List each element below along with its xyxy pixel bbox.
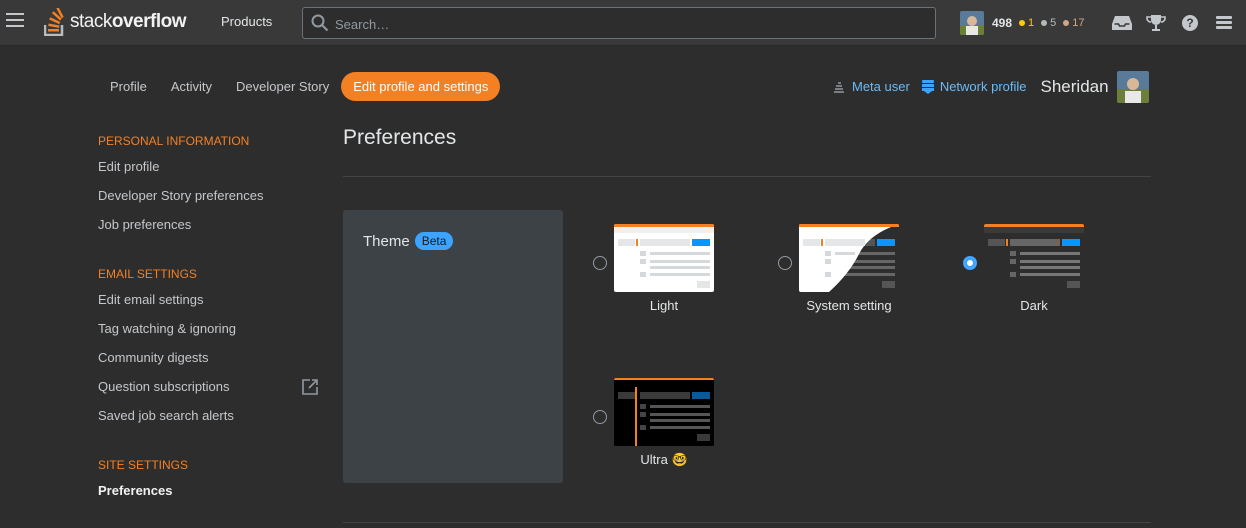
avatar[interactable]: [960, 11, 984, 35]
help-icon[interactable]: ?: [1178, 11, 1202, 35]
radio-system[interactable]: [778, 256, 792, 270]
radio-ultra[interactable]: [593, 410, 607, 424]
avatar[interactable]: [1116, 70, 1149, 103]
user-card[interactable]: 498 1 5 17: [960, 11, 1085, 35]
site-logo[interactable]: stackoverflow: [44, 6, 186, 38]
sidebar-item-job-preferences[interactable]: Job preferences: [98, 210, 328, 239]
tab-developer-story[interactable]: Developer Story: [224, 72, 341, 101]
menu-icon[interactable]: [6, 13, 24, 27]
light-theme-preview: [614, 224, 714, 292]
sidebar-item-question-subscriptions[interactable]: Question subscriptions: [98, 372, 328, 401]
products-menu[interactable]: Products: [210, 7, 283, 37]
section-title-personal: Personal Information: [98, 134, 250, 148]
achievements-icon[interactable]: [1144, 11, 1168, 35]
option-label: Ultra 🤓: [640, 452, 688, 467]
meta-user-link[interactable]: Meta user: [832, 79, 910, 94]
tab-activity[interactable]: Activity: [159, 72, 224, 101]
divider: [343, 522, 1151, 523]
radio-dark[interactable]: [963, 256, 977, 270]
gold-badge-count: 1: [1019, 17, 1034, 29]
option-label: Light: [649, 298, 679, 313]
sidebar-item-edit-profile[interactable]: Edit profile: [98, 152, 328, 181]
theme-label: Theme Beta: [363, 232, 454, 250]
sidebar-item-developer-story-preferences[interactable]: Developer Story preferences: [98, 181, 328, 210]
profile-tabs: Profile Activity Developer Story Edit pr…: [98, 72, 501, 101]
logo-text: stackoverflow: [70, 11, 186, 32]
reputation: 498: [992, 16, 1013, 30]
user-name: Sheridan: [1040, 76, 1109, 96]
option-label: System setting: [806, 298, 892, 313]
search-box[interactable]: [302, 7, 936, 40]
sidebar-item-preferences[interactable]: Preferences: [98, 476, 328, 505]
sidebar-item-saved-job-search-alerts[interactable]: Saved job search alerts: [98, 401, 328, 430]
divider: [343, 176, 1151, 177]
bronze-badge-count: 17: [1063, 17, 1085, 29]
silver-badge-count: 5: [1041, 17, 1056, 29]
theme-panel: Theme Beta: [343, 210, 563, 483]
ultra-theme-preview: [614, 378, 714, 446]
stackoverflow-logo-icon: [44, 8, 64, 36]
svg-text:?: ?: [1186, 16, 1193, 30]
search-input[interactable]: [333, 8, 927, 40]
system-theme-preview: [799, 224, 899, 292]
dark-theme-preview: [984, 224, 1084, 292]
inbox-icon[interactable]: [1110, 11, 1134, 35]
search-icon: [311, 14, 329, 32]
network-profile-link[interactable]: Network profile: [921, 79, 1027, 94]
profile-links: Meta user Network profile Sheridan: [832, 70, 1149, 103]
sidebar-item-community-digests[interactable]: Community digests: [98, 343, 328, 372]
sidebar-item-edit-email-settings[interactable]: Edit email settings: [98, 285, 328, 314]
external-link-icon[interactable]: [301, 378, 319, 396]
settings-sidebar: Personal Information Edit profile Develo…: [98, 130, 328, 505]
page-title: Preferences: [343, 126, 457, 149]
tab-edit-profile[interactable]: Edit profile and settings: [341, 72, 501, 101]
top-bar: stackoverflow Products 498 1 5 17 ?: [0, 0, 1246, 46]
beta-badge: Beta: [414, 232, 454, 250]
sidebar-item-tag-watching[interactable]: Tag watching & ignoring: [98, 314, 328, 343]
section-title-site: Site Settings: [98, 458, 189, 472]
site-switcher-icon[interactable]: [1212, 11, 1236, 35]
option-label: Dark: [1020, 298, 1048, 313]
nerd-face-icon: 🤓: [671, 452, 688, 467]
section-title-email: Email Settings: [98, 267, 197, 281]
meta-icon: [834, 81, 844, 93]
stack-exchange-icon: [921, 79, 934, 94]
tab-profile[interactable]: Profile: [98, 72, 159, 101]
radio-light[interactable]: [593, 256, 607, 270]
